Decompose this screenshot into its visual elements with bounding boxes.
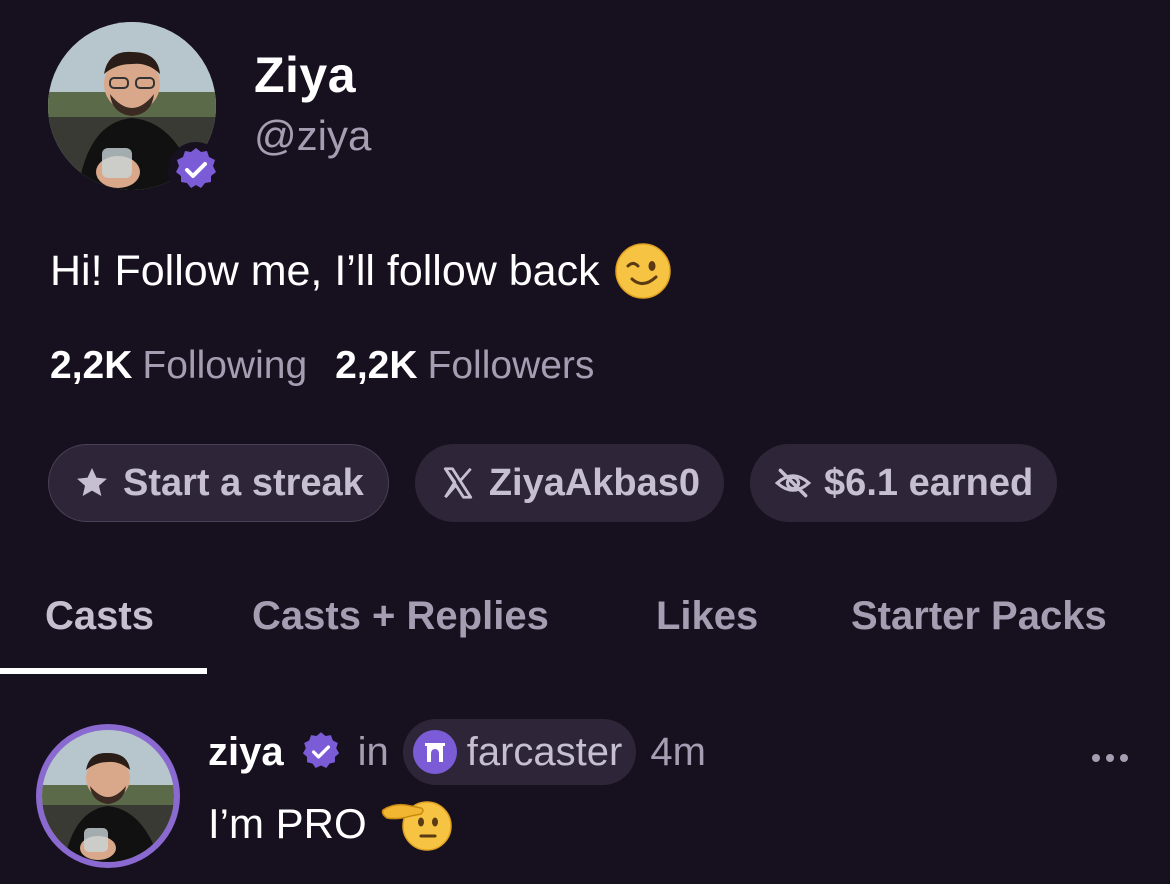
verified-badge-icon [168,142,224,198]
winking-face-icon [614,242,672,300]
tab-casts[interactable]: Casts [45,594,154,639]
cast-author-name[interactable]: ziya [208,730,284,775]
tab-likes[interactable]: Likes [656,594,758,639]
profile-display-name: Ziya [254,47,357,103]
x-logo-icon [439,464,477,502]
profile-page: Ziya @ziya Hi! Follow me, I’ll follow ba… [0,0,1170,884]
followers-count: 2,2K [335,344,418,387]
start-streak-label: Start a streak [123,461,364,504]
profile-bio: Hi! Follow me, I’ll follow back [50,242,672,300]
cast-avatar-photo [42,730,174,862]
cast-body: I’m PRO [208,796,453,852]
star-icon [73,464,111,502]
followers-label: Followers [427,344,595,387]
earned-button[interactable]: $6.1 earned [750,444,1058,522]
more-dots-icon[interactable] [1088,748,1132,768]
cast-avatar[interactable] [36,724,180,868]
followers-stat[interactable]: 2,2K Followers [335,344,594,388]
cast-header: ziya in farcaster 4m [208,718,706,786]
profile-chips-row: Start a streak ZiyaAkbas0 $6.1 earned [48,444,1170,522]
eye-off-icon [774,464,812,502]
earned-label: $6.1 earned [824,461,1034,504]
profile-avatar-container[interactable] [48,22,224,198]
tab-casts-replies[interactable]: Casts + Replies [252,594,549,639]
profile-handle: @ziya [254,112,372,159]
following-label: Following [142,344,308,387]
profile-tabs: Casts Casts + Replies Likes Starter Pack… [0,594,1170,676]
x-account-button[interactable]: ZiyaAkbas0 [414,444,725,522]
following-count: 2,2K [50,344,133,387]
channel-name: farcaster [466,729,623,774]
cast-in-label: in [357,729,389,774]
x-account-label: ZiyaAkbas0 [488,461,701,504]
cast-text: I’m PRO [208,800,367,847]
bio-text: Hi! Follow me, I’ll follow back [50,246,600,295]
channel-chip[interactable]: farcaster [402,719,637,785]
tab-starter-packs[interactable]: Starter Packs [851,594,1107,639]
profile-stats: 2,2K Following 2,2K Followers [50,344,594,388]
start-streak-button[interactable]: Start a streak [48,444,389,522]
verified-badge-icon [298,729,344,775]
active-tab-indicator [0,668,207,674]
cast-timestamp: 4m [650,729,706,774]
farcaster-arch-icon [412,730,457,774]
following-stat[interactable]: 2,2K Following [50,344,307,388]
saluting-face-icon [381,796,453,852]
